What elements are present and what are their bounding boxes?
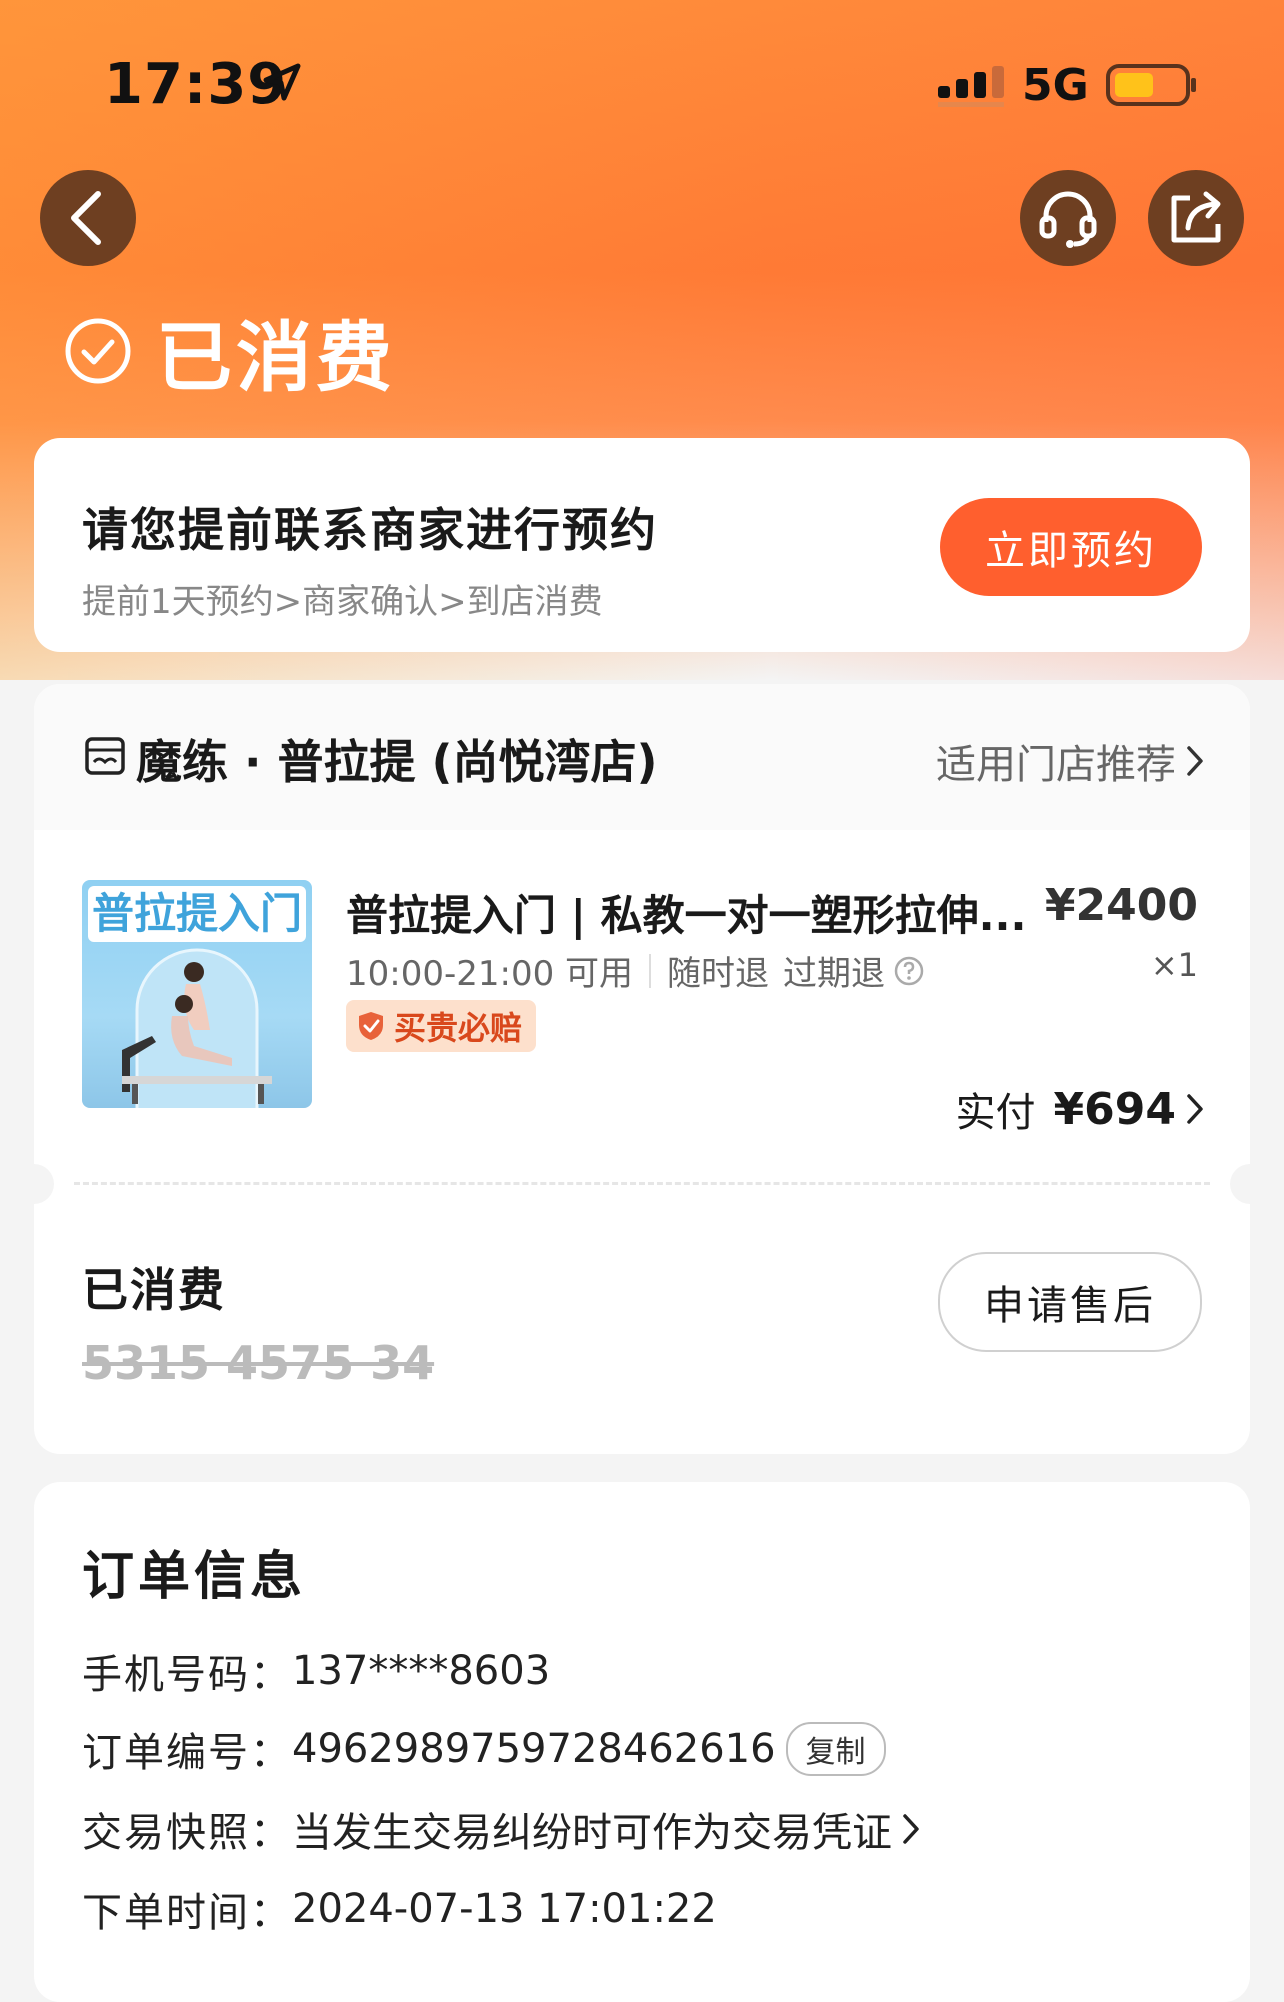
location-arrow-icon [263,63,301,101]
order-time-row: 下单时间： 2024-07-13 17:01:22 [82,1880,717,1938]
after-sale-button[interactable]: 申请售后 [938,1252,1202,1352]
product-photo-illustration [122,948,272,1108]
ticket-notch-right [1230,1164,1250,1204]
voucher-status: 已消费 [82,1263,226,1317]
store-icon [85,737,125,775]
status-time: 17:39 [104,52,288,117]
signal-icon [938,66,1004,107]
product-image[interactable]: 普拉提入门 [82,880,312,1108]
order-status: 已消费 [64,296,396,406]
store-recommend-link[interactable]: 适用门店推荐 [936,732,1204,790]
voucher-code: 5315 4575 34 [82,1336,435,1390]
order-info-title: 订单信息 [82,1547,307,1607]
price-guarantee-label: 买贵必赔 [394,1009,523,1047]
booking-title: 请您提前联系商家进行预约 [82,503,658,557]
product-quantity: ×1 [1150,946,1198,984]
back-icon [71,191,101,245]
product-title[interactable]: 普拉提入门 | 私教一对一塑形拉伸... [346,882,1046,943]
status-title: 已消费 [156,313,396,402]
order-number-value: 4962989759728462616 [292,1726,776,1772]
paid-amount-row[interactable]: 实付 ¥694 [956,1080,1204,1138]
order-number-label: 订单编号： [82,1730,292,1776]
share-icon [1171,191,1221,243]
check-circle-icon [65,318,131,384]
snapshot-row[interactable]: 交易快照： 当发生交易纠纷时可作为交易凭证 [82,1800,920,1858]
store-name: 魔练 · 普拉提 (尚悦湾店) [136,735,658,789]
price-guarantee-tag: 买贵必赔 [346,1000,537,1052]
product-price: ¥2400 [1044,880,1198,931]
battery-icon [1106,64,1196,106]
refund-expired: 过期退 [783,954,886,994]
order-time-value: 2024-07-13 17:01:22 [292,1886,717,1932]
copy-button[interactable]: 复制 [785,1722,886,1776]
snapshot-label: 交易快照： [82,1810,292,1856]
paid-amount: ¥694 [1053,1083,1176,1135]
store-recommend-label: 适用门店推荐 [936,742,1176,788]
customer-service-button[interactable] [1020,170,1116,266]
chevron-right-icon [1187,746,1203,776]
order-card: 魔练 · 普拉提 (尚悦湾店) 适用门店推荐 普拉提入门 普拉提入门 | 私教一… [34,684,1250,1454]
product-meta: 10:00-21:00 可用 随时退 过期退 [346,946,925,995]
order-info-card: 订单信息 手机号码： 137****8603 订单编号： 49629897597… [34,1482,1250,2002]
refund-anytime: 随时退 [667,954,770,994]
product-hours: 10:00-21:00 可用 [346,954,634,994]
meta-divider [649,953,652,988]
phone-label: 手机号码： [82,1652,292,1698]
paid-label: 实付 [955,1090,1036,1136]
network-type: 5G [1022,60,1089,111]
ticket-notch-left [34,1164,54,1204]
chevron-right-icon [903,1814,919,1844]
store-header[interactable]: 魔练 · 普拉提 (尚悦湾店) 适用门店推荐 [34,684,1250,830]
help-icon[interactable] [893,955,925,987]
chevron-right-icon [1187,1094,1203,1124]
book-now-button[interactable]: 立即预约 [940,498,1202,596]
headset-icon [1039,191,1097,248]
order-time-label: 下单时间： [82,1890,292,1936]
shield-check-icon [359,1012,383,1040]
back-button[interactable] [40,170,136,266]
booking-steps: 提前1天预约>商家确认>到店消费 [82,582,603,622]
phone-value: 137****8603 [292,1648,551,1694]
order-number-row: 订单编号： 4962989759728462616 复制 [82,1720,886,1778]
share-button[interactable] [1148,170,1244,266]
ticket-divider [74,1182,1210,1185]
phone-row: 手机号码： 137****8603 [82,1642,550,1700]
snapshot-value: 当发生交易纠纷时可作为交易凭证 [292,1810,892,1856]
booking-card: 请您提前联系商家进行预约 提前1天预约>商家确认>到店消费 立即预约 [34,438,1250,652]
